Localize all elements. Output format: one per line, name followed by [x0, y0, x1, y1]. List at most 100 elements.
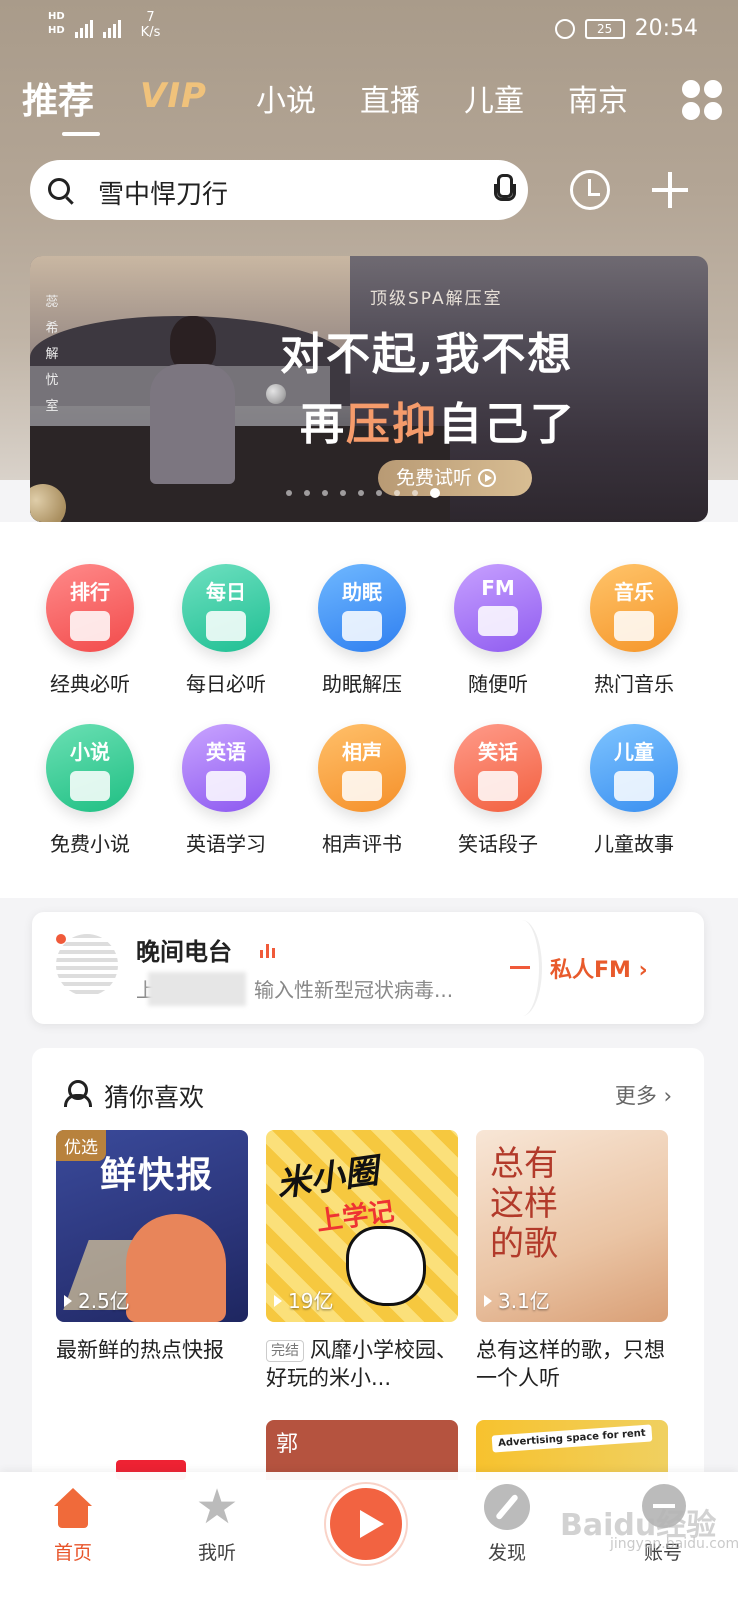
more-link[interactable]: 更多 › [615, 1080, 672, 1110]
pagination-dot[interactable] [376, 490, 382, 496]
play-count: 19亿 [274, 1285, 333, 1314]
tab-kids[interactable]: 儿童 [464, 76, 524, 120]
cover-cartoon [346, 1226, 426, 1306]
album-card[interactable]: 郭 [266, 1420, 458, 1480]
album-card[interactable]: Advertising space for rent [476, 1420, 668, 1480]
category-badge: 笑话 [478, 740, 518, 764]
battery-icon: 25 [584, 18, 625, 39]
category-glyph [206, 771, 246, 801]
pagination-dot[interactable] [358, 490, 364, 496]
banner-side-char: 室 [45, 399, 59, 414]
category-badge: 每日 [206, 580, 246, 604]
pagination-dot[interactable] [412, 490, 418, 496]
free-listen-label: 免费试听 [396, 467, 473, 489]
redacted-text [148, 972, 246, 1006]
tab-city[interactable]: 南京 [568, 76, 628, 120]
category-glyph [614, 771, 654, 801]
nav-discover[interactable]: 发现 [452, 1472, 562, 1600]
microphone-icon[interactable] [494, 174, 516, 204]
category-item[interactable]: 排行 经典必听 [30, 564, 150, 714]
album-card[interactable] [56, 1420, 248, 1480]
category-item[interactable]: 相声 相声评书 [302, 724, 422, 874]
tab-novel[interactable]: 小说 [256, 76, 316, 120]
speed-value: 7 [146, 10, 155, 25]
all-categories-icon[interactable] [682, 80, 722, 120]
search-input[interactable]: 雪中悍刀行 [30, 160, 528, 220]
evening-radio-card[interactable]: 晚间电台 上输入性新型冠状病毒... 私人FM › [32, 912, 704, 1024]
category-icon: 英语 [182, 724, 270, 812]
speed-unit: K/s [140, 25, 161, 40]
banner-side-text: 蕊 希 解 忧 室 [42, 290, 62, 420]
banner-headline-2: 再压抑自己了 [300, 388, 576, 452]
cover-title: 总有这样的歌 [490, 1144, 558, 1264]
category-badge: 音乐 [614, 580, 654, 604]
tab-live[interactable]: 直播 [360, 76, 420, 120]
category-glyph [478, 771, 518, 801]
album-card[interactable]: 总有这样的歌 3.1亿 总有这样的歌，只想一个人听 [476, 1130, 668, 1392]
category-label: 热门音乐 [594, 672, 674, 696]
category-item[interactable]: 小说 免费小说 [30, 724, 150, 874]
category-glyph [342, 611, 382, 641]
banner-headline-2-b: 自己了 [438, 399, 576, 450]
category-item[interactable]: 音乐 热门音乐 [574, 564, 694, 714]
category-icon: 笑话 [454, 724, 542, 812]
banner-side-char: 解 [45, 347, 59, 362]
banner-headline-1: 对不起,我不想 [280, 329, 574, 380]
category-item[interactable]: 英语 英语学习 [166, 724, 286, 874]
nav-listen-label: 我听 [197, 1542, 236, 1564]
nav-home[interactable]: 首页 [18, 1472, 128, 1600]
status-bar: HD HD 7 K/s 25 20:54 [0, 0, 738, 62]
banner-person-figure [150, 316, 235, 486]
private-fm-link[interactable]: 私人FM › [550, 952, 648, 984]
category-label: 相声评书 [322, 832, 402, 856]
category-glyph [206, 611, 246, 641]
tab-vip[interactable]: VIP [140, 76, 207, 116]
pagination-dot[interactable] [430, 488, 440, 498]
category-glyph [342, 771, 382, 801]
category-item[interactable]: 笑话 笑话段子 [438, 724, 558, 874]
star-icon: ★ [195, 1479, 239, 1535]
pagination-dot[interactable] [394, 490, 400, 496]
category-badge: 排行 [70, 580, 110, 604]
nav-my-listen[interactable]: ★ 我听 [162, 1472, 272, 1600]
category-badge: 儿童 [614, 740, 654, 764]
add-icon[interactable] [652, 172, 688, 208]
album-card[interactable]: 米小圈 上学记 19亿 完结 风靡小学校园、好玩的米小... [266, 1130, 458, 1392]
album-card[interactable]: 优选 鲜快报 2.5亿 最新鲜的热点快报 [56, 1130, 248, 1364]
category-icon: 小说 [46, 724, 134, 812]
category-item[interactable]: FM 随便听 [438, 564, 558, 714]
category-label: 英语学习 [186, 832, 266, 856]
banner-headline-highlight: 压抑 [346, 399, 438, 450]
pagination-dot[interactable] [304, 490, 310, 496]
category-item[interactable]: 儿童 儿童故事 [574, 724, 694, 874]
banner-bubble [266, 384, 286, 404]
album-cover: 米小圈 上学记 19亿 [266, 1130, 458, 1322]
album-cover: 总有这样的歌 3.1亿 [476, 1130, 668, 1322]
history-icon[interactable] [570, 170, 610, 210]
album-title: 总有这样的歌，只想一个人听 [476, 1338, 665, 1390]
category-glyph [70, 771, 110, 801]
tab-recommend[interactable]: 推荐 [22, 72, 94, 124]
category-badge: 英语 [206, 740, 246, 764]
category-label: 经典必听 [50, 672, 130, 696]
category-glyph [70, 611, 110, 641]
compass-icon [484, 1484, 530, 1530]
category-item[interactable]: 每日 每日必听 [166, 564, 286, 714]
play-button[interactable] [326, 1484, 406, 1564]
category-icon: 音乐 [590, 564, 678, 652]
category-label: 免费小说 [50, 832, 130, 856]
category-label: 笑话段子 [458, 832, 538, 856]
category-badge: FM [481, 576, 515, 600]
category-item[interactable]: 助眠 助眠解压 [302, 564, 422, 714]
cover-figure [126, 1214, 226, 1322]
category-glyph [478, 606, 518, 636]
album-title: 最新鲜的热点快报 [56, 1338, 224, 1362]
category-icon: 相声 [318, 724, 406, 812]
promo-banner[interactable]: 蕊 希 解 忧 室 顶级SPA解压室 对不起,我不想 再压抑自己了 免费试听 [30, 256, 708, 522]
pagination-dot[interactable] [322, 490, 328, 496]
pagination-dot[interactable] [340, 490, 346, 496]
pagination-dot[interactable] [286, 490, 292, 496]
radio-disc-icon [56, 934, 118, 996]
network-speed: 7 K/s [141, 10, 161, 40]
watermark-url: jingyan.baidu.com [610, 1536, 738, 1552]
